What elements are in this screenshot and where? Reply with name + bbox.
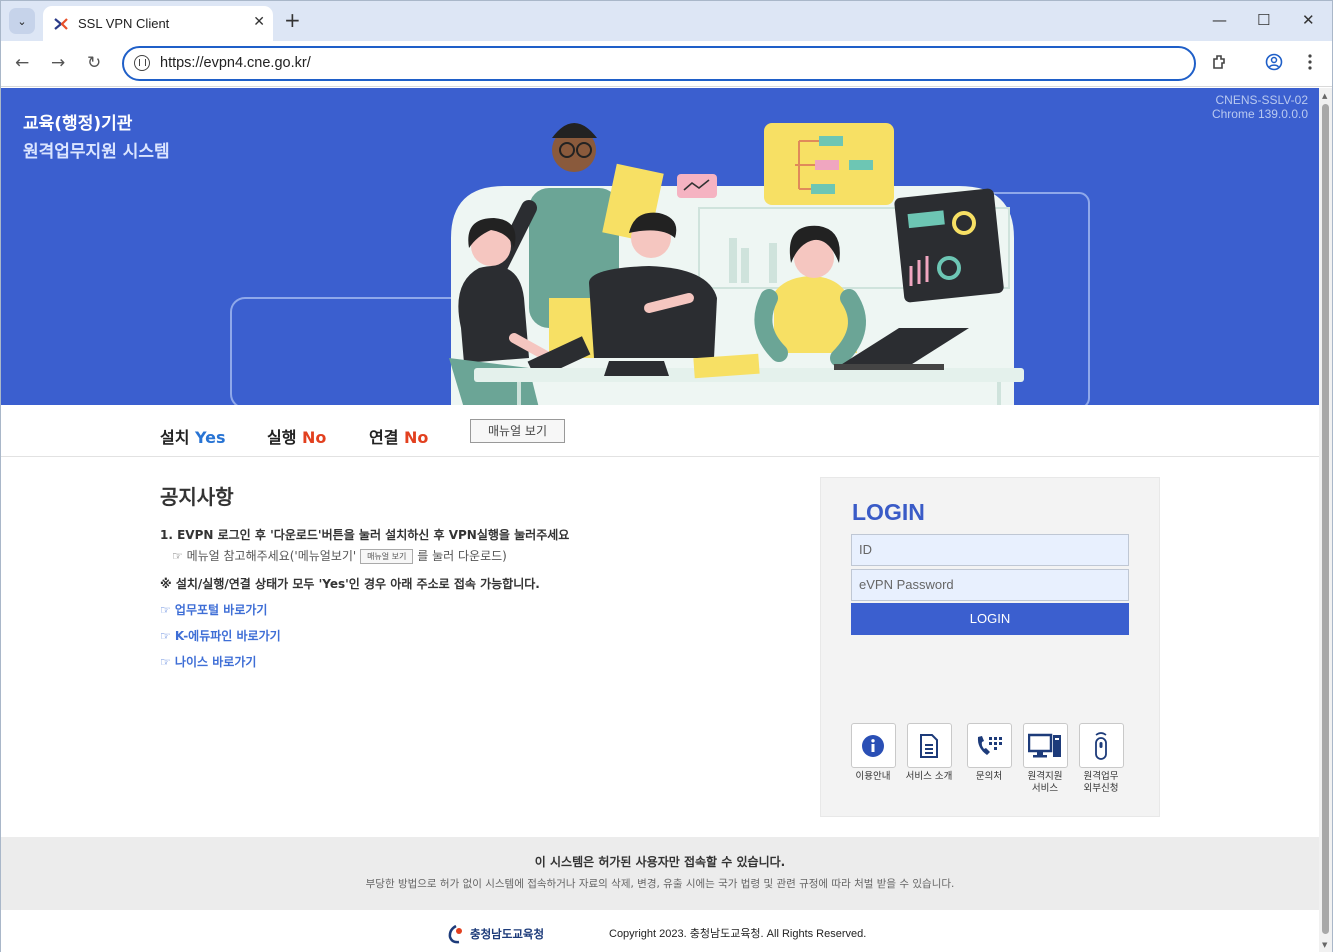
info-icon	[850, 723, 896, 768]
notice-line-2-suffix: 를 눌러 다운로드)	[417, 549, 507, 563]
tab-search-button[interactable]: ⌄	[9, 8, 35, 34]
vpn-status-bar: 설치 Yes 실행 No 연결 No 매뉴얼 보기	[1, 405, 1319, 457]
site-title-line2: 원격업무지원 시스템	[23, 142, 170, 162]
remote-icon	[1078, 723, 1124, 768]
document-icon	[906, 723, 952, 768]
warning-footer: 이 시스템은 허가된 사용자만 접속할 수 있습니다. 부당한 방법으로 허가 …	[1, 837, 1319, 910]
warning-title: 이 시스템은 허가된 사용자만 접속할 수 있습니다.	[534, 855, 786, 869]
manual-mini-button[interactable]: 매뉴얼 보기	[360, 549, 414, 564]
password-input[interactable]: eVPN Password	[851, 569, 1129, 601]
notice-line-1: 1. EVPN 로그인 후 '다운로드'버튼을 눌러 설치하신 후 VPN실행을…	[160, 528, 570, 542]
chevron-down-icon: ⌄	[17, 14, 27, 28]
team-illustration	[230, 123, 1090, 405]
browser-toolbar: ← → ↻ https://evpn4.cne.go.kr/	[1, 41, 1332, 87]
scroll-down-icon[interactable]: ▼	[1322, 941, 1327, 949]
emblem-icon	[448, 924, 462, 944]
address-bar[interactable]: https://evpn4.cne.go.kr/	[122, 46, 1196, 81]
service-label: 서비스 소개	[905, 771, 953, 782]
copyright-footer: 충청남도교육청 Copyright 2023. 충청남도교육청. All Rig…	[1, 910, 1319, 952]
service-label: 원격지원 서비스	[1027, 771, 1063, 794]
site-title-line1: 교육(행정)기관	[23, 114, 133, 134]
notice-line-2-prefix: ☞ 메뉴얼 참고해주세요('메뉴얼보기'	[172, 549, 357, 563]
phone-icon	[966, 723, 1012, 768]
favicon-icon	[53, 16, 69, 32]
service-contact[interactable]: 문의처	[959, 723, 1019, 783]
run-label: 실행	[267, 428, 297, 447]
login-title: LOGIN	[852, 499, 925, 525]
org-logo: 충청남도교육청	[446, 924, 544, 944]
back-icon[interactable]: ←	[15, 53, 29, 73]
service-introduction[interactable]: 서비스 소개	[899, 723, 959, 783]
manual-view-button[interactable]: 매뉴얼 보기	[470, 419, 565, 443]
notice-line-2: ☞ 메뉴얼 참고해주세요('메뉴얼보기' 매뉴얼 보기 를 눌러 다운로드)	[172, 547, 507, 564]
close-window-button[interactable]: ✕	[1302, 11, 1315, 29]
login-panel: LOGIN ID eVPN Password LOGIN 이용안내 서비스 소개	[820, 477, 1160, 817]
version-code: CNENS-SSLV-02	[1215, 93, 1308, 107]
site-info-icon[interactable]	[134, 55, 150, 71]
service-label: 이용안내	[855, 771, 891, 782]
warning-body: 부당한 방법으로 허가 없이 시스템에 접속하거나 자료의 삭제, 변경, 유출…	[365, 878, 955, 890]
copyright-text: Copyright 2023. 충청남도교육청. All Rights Rese…	[609, 928, 867, 940]
tab-bar: ⌄ SSL VPN Client ✕ + — ☐ ✕	[1, 1, 1332, 41]
service-label: 원격업무 외부신청	[1083, 771, 1119, 794]
service-remote-work-request[interactable]: 원격업무 외부신청	[1071, 723, 1131, 795]
minimize-button[interactable]: —	[1212, 11, 1227, 29]
tab-title: SSL VPN Client	[78, 16, 170, 31]
tab-close-icon[interactable]: ✕	[253, 14, 265, 30]
run-status: 실행 No	[267, 424, 326, 448]
notice-line-3: ※ 설치/실행/연결 상태가 모두 'Yes'인 경우 아래 주소로 접속 가능…	[160, 577, 540, 591]
scrollbar-thumb[interactable]	[1322, 104, 1329, 934]
connect-label: 연결	[369, 428, 399, 447]
work-portal-link[interactable]: ☞ 업무포털 바로가기	[160, 601, 267, 618]
neis-link[interactable]: ☞ 나이스 바로가기	[160, 653, 256, 670]
connect-value: No	[404, 428, 429, 447]
scroll-up-icon[interactable]: ▲	[1322, 92, 1327, 100]
install-label: 설치	[160, 428, 190, 447]
extensions-icon[interactable]	[1211, 53, 1229, 76]
browser-version: Chrome 139.0.0.0	[1211, 107, 1308, 121]
new-tab-button[interactable]: +	[284, 9, 301, 31]
connect-status: 연결 No	[369, 424, 428, 448]
profile-icon[interactable]	[1265, 53, 1283, 76]
tab-ssl-vpn[interactable]: SSL VPN Client ✕	[43, 6, 273, 41]
service-remote-support[interactable]: 원격지원 서비스	[1015, 723, 1075, 795]
computer-icon	[1022, 723, 1068, 768]
forward-icon[interactable]: →	[51, 53, 65, 73]
k-edufine-link[interactable]: ☞ K-에듀파인 바로가기	[160, 627, 281, 644]
url-text[interactable]: https://evpn4.cne.go.kr/	[160, 55, 311, 71]
notice-title: 공지사항	[160, 485, 234, 509]
service-label: 문의처	[975, 771, 1003, 782]
menu-icon[interactable]	[1303, 53, 1317, 76]
hero-banner: 교육(행정)기관 원격업무지원 시스템 CNENS-SSLV-02 Chrome…	[1, 88, 1319, 405]
page-viewport: 교육(행정)기관 원격업무지원 시스템 CNENS-SSLV-02 Chrome…	[1, 88, 1319, 952]
vertical-scrollbar[interactable]: ▲ ▼	[1319, 88, 1332, 952]
install-value: Yes	[195, 428, 226, 447]
id-input[interactable]: ID	[851, 534, 1129, 566]
reload-icon[interactable]: ↻	[87, 53, 101, 73]
install-status: 설치 Yes	[160, 424, 226, 448]
login-button[interactable]: LOGIN	[851, 603, 1129, 635]
maximize-button[interactable]: ☐	[1257, 11, 1270, 29]
run-value: No	[302, 428, 327, 447]
service-usage-guide[interactable]: 이용안내	[843, 723, 903, 783]
browser-window: ⌄ SSL VPN Client ✕ + — ☐ ✕ ← → ↻ https:/…	[0, 0, 1333, 952]
org-name: 충청남도교육청	[470, 927, 545, 941]
